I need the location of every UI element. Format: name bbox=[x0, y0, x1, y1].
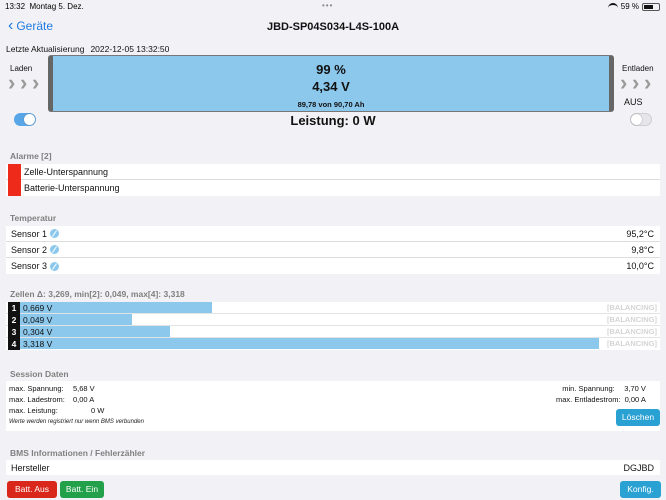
session-value: 0 W bbox=[91, 406, 105, 415]
config-button[interactable]: Konfig. bbox=[620, 481, 661, 498]
alarm-label: Batterie-Unterspannung bbox=[24, 183, 120, 193]
alarm-item: Zelle-Unterspannung bbox=[6, 164, 660, 180]
session-value: 0,00 A bbox=[624, 395, 646, 404]
battery-gauge: 99 % 4,34 V 89,78 von 90,70 Ah bbox=[48, 55, 614, 112]
battery-percent-value: 99 % bbox=[316, 62, 346, 77]
cell-level-bar bbox=[20, 338, 600, 349]
temperature-row: Sensor 2 9,8°C bbox=[6, 242, 660, 258]
cell-index: 1 bbox=[8, 301, 20, 314]
battery-on-button[interactable]: Batt. Ein bbox=[60, 481, 104, 498]
last-update-label: Letzte Aktualisierung bbox=[6, 44, 85, 54]
bms-value: DGJBD bbox=[623, 462, 654, 473]
session-label: max. Spannung: bbox=[9, 384, 64, 393]
temperature-row: Sensor 3 10,0°C bbox=[6, 258, 660, 274]
multitask-dots[interactable]: ••• bbox=[322, 1, 333, 10]
temperature-row: Sensor 1 95,2°C bbox=[6, 226, 660, 242]
sensor-value: 95,2°C bbox=[626, 228, 654, 239]
bms-header: BMS Informationen / Fehlerzähler bbox=[10, 448, 146, 458]
cell-row: 4 3,318 V [BALANCING] bbox=[6, 338, 660, 350]
battery-off-button[interactable]: Batt. Aus bbox=[7, 481, 57, 498]
cells-header: Zellen Δ: 3,269, min[2]: 0,049, max[4]: … bbox=[10, 289, 185, 299]
temperature-header: Temperatur bbox=[10, 213, 57, 223]
session-right: min. Spannung: 3,70 V max. Entladestrom: 0… bbox=[556, 383, 646, 405]
edit-icon[interactable] bbox=[50, 261, 60, 271]
battery-voltage-value: 4,34 V bbox=[312, 79, 350, 94]
cell-voltage: 0,049 V bbox=[23, 314, 53, 325]
sensor-value: 9,8°C bbox=[631, 244, 654, 255]
status-time: 13:32 bbox=[5, 2, 26, 11]
session-value: 0,00 A bbox=[73, 395, 95, 404]
status-right: 59 % bbox=[607, 2, 660, 11]
sensor-value: 10,0°C bbox=[626, 261, 654, 271]
balancing-label: [BALANCING] bbox=[607, 302, 657, 312]
balancing-label: [BALANCING] bbox=[607, 314, 657, 324]
session-card: max. Spannung: 5,68 V max. Ladestrom: 0,00… bbox=[6, 381, 660, 431]
status-bar: 13:32 Montag 5. Dez. ••• 59 % bbox=[0, 0, 666, 14]
discharge-state: AUS bbox=[624, 97, 643, 107]
edit-icon[interactable] bbox=[50, 229, 60, 238]
bms-row: Hersteller DGJBD bbox=[6, 460, 660, 475]
status-date: Montag 5. Dez. bbox=[29, 2, 84, 11]
session-header: Session Daten bbox=[10, 369, 69, 379]
edit-icon[interactable] bbox=[50, 245, 60, 254]
discharge-arrows-icon: › › › bbox=[620, 70, 652, 95]
session-left: max. Spannung: 5,68 V max. Ladestrom: 0,00… bbox=[9, 383, 104, 416]
charge-arrows-icon: › › › bbox=[8, 70, 40, 95]
power-readout: Leistung: 0 W bbox=[290, 113, 376, 128]
wifi-icon bbox=[607, 3, 618, 10]
session-note: Werte werden registriert nur wenn BMS ve… bbox=[9, 419, 144, 425]
balancing-label: [BALANCING] bbox=[607, 339, 657, 348]
cell-index: 3 bbox=[8, 325, 20, 338]
battery-capacity-value: 89,78 von 90,70 Ah bbox=[297, 100, 365, 109]
session-value: 3,70 V bbox=[624, 384, 646, 393]
bms-list: Hersteller DGJBD bbox=[6, 460, 660, 475]
session-value: 5,68 V bbox=[73, 384, 95, 393]
last-update-value: 2022-12-05 13:32:50 bbox=[90, 44, 170, 54]
clear-button[interactable]: Löschen bbox=[616, 409, 660, 426]
alarm-label: Zelle-Unterspannung bbox=[24, 166, 109, 177]
sensor-name: Sensor 3 bbox=[11, 261, 48, 271]
sensor-name: Sensor 2 bbox=[11, 244, 48, 255]
balancing-label: [BALANCING] bbox=[607, 326, 657, 336]
session-label: max. Ladestrom: bbox=[9, 395, 65, 404]
cell-row: 1 0,669 V [BALANCING] bbox=[6, 301, 660, 314]
alarms-list: Zelle-Unterspannung Batterie-Unterspannu… bbox=[6, 164, 660, 196]
cell-index: 4 bbox=[8, 338, 20, 350]
session-label: min. Spannung: bbox=[562, 384, 615, 393]
sensor-name: Sensor 1 bbox=[11, 228, 48, 239]
cell-row: 2 0,049 V [BALANCING] bbox=[6, 313, 660, 326]
alarm-item: Batterie-Unterspannung bbox=[6, 180, 660, 196]
cell-voltage: 3,318 V bbox=[23, 339, 53, 349]
alarm-flag-icon bbox=[8, 180, 21, 196]
battery-status-icon bbox=[642, 2, 660, 11]
page-title: JBD-SP04S034-L4S-100A bbox=[266, 21, 400, 33]
session-label: max. Entladestrom: bbox=[556, 395, 621, 404]
cells-list: 1 0,669 V [BALANCING] 2 0,049 V [BALANCING… bbox=[6, 301, 660, 350]
temperature-list: Sensor 1 95,2°C Sensor 2 9,8°C Sensor 3 … bbox=[6, 226, 660, 274]
alarm-flag-icon bbox=[8, 164, 21, 180]
last-update: Letzte Aktualisierung 2022-12-05 13:32:50 bbox=[6, 44, 169, 54]
cell-voltage: 0,304 V bbox=[23, 326, 53, 337]
bms-label: Hersteller bbox=[11, 462, 50, 473]
cell-index: 2 bbox=[8, 313, 20, 326]
battery-percent: 59 % bbox=[620, 2, 639, 11]
cell-row: 3 0,304 V [BALANCING] bbox=[6, 325, 660, 338]
alarms-header: Alarme [2] bbox=[10, 151, 52, 161]
status-time-date: 13:32 Montag 5. Dez. bbox=[5, 2, 84, 11]
session-label: max. Leistung: bbox=[9, 406, 58, 415]
cell-voltage: 0,669 V bbox=[23, 302, 53, 313]
